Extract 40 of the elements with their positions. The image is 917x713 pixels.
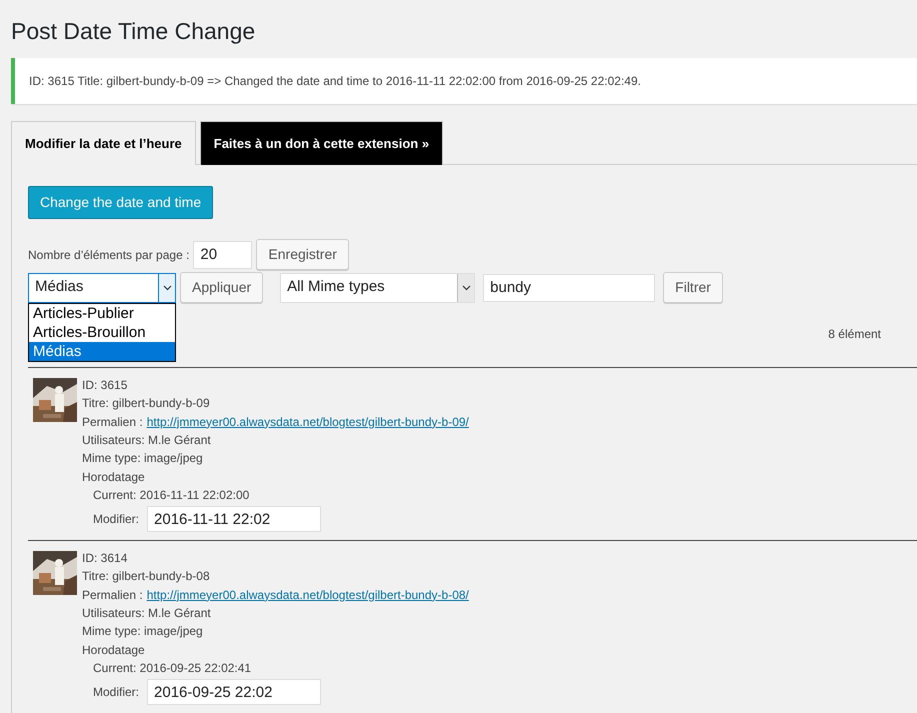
dropdown-option[interactable]: Articles-Brouillon	[29, 322, 175, 342]
timestamp-label: Horodatage	[82, 468, 146, 486]
dropdown-option[interactable]: Médias	[29, 342, 175, 361]
item-mime-type: Mime type: image/jpeg	[82, 450, 204, 468]
permalink-link[interactable]: http://jmmeyer00.alwaysdata.net/blogtest/gilbert-bundy-b-09/	[146, 412, 469, 431]
permalink-label: Permalien :	[82, 586, 143, 604]
dropdown-option[interactable]: Articles-Publier	[29, 304, 175, 323]
tab[interactable]: Modifier la date et l’heure	[11, 120, 196, 166]
apply-button[interactable]: Appliquer	[180, 272, 264, 304]
item-mime-type: Mime type: image/jpeg	[82, 623, 204, 640]
per-page-field[interactable]: 20	[193, 240, 252, 269]
modify-label: Modifier:	[93, 684, 140, 702]
date-field[interactable]: 2016-11-11 22:02	[147, 506, 322, 532]
per-page-label: Nombre d’éléments par page :	[28, 246, 190, 264]
select-value: All Mime types	[286, 277, 386, 298]
filter-button[interactable]: Filtrer	[663, 272, 723, 304]
tab[interactable]: Faites à un don à cette extension »	[200, 120, 444, 166]
item-title: Titre: gilbert-bundy-b-08	[82, 568, 211, 586]
caret-icon	[457, 274, 474, 302]
type-select[interactable]: Médias	[28, 272, 176, 303]
item-id: ID: 3615	[82, 377, 128, 394]
mime-select[interactable]: All Mime types	[280, 272, 476, 303]
item-user: Utilisateurs: M.le Gérant	[82, 605, 212, 622]
modify-label: Modifier:	[93, 511, 140, 528]
current-timestamp: Current: 2016-11-11 22:02:00	[92, 486, 250, 504]
permalink-link[interactable]: http://jmmeyer00.alwaysdata.net/blogtest/gilbert-bundy-b-08/	[146, 586, 469, 604]
item-user: Utilisateurs: M.le Gérant	[82, 432, 212, 449]
select-value: Médias	[34, 277, 84, 298]
item-count: 8 élément	[828, 326, 881, 344]
item-title: Titre: gilbert-bundy-b-09	[82, 395, 211, 412]
timestamp-label: Horodatage	[82, 642, 146, 659]
caret-icon	[158, 274, 175, 302]
notice-message: ID: 3615 Title: gilbert-bundy-b-09 => Changed the date and time to 2016-11-11 22:02:00 from 2016-09-25 22:02:49.	[11, 58, 917, 104]
date-field[interactable]: 2016-09-25 22:02	[147, 679, 322, 706]
save-button[interactable]: Enregistrer	[256, 239, 349, 270]
permalink-label: Permalien :	[82, 414, 143, 431]
search-field[interactable]: bundy	[483, 274, 656, 302]
current-timestamp: Current: 2016-09-25 22:02:41	[92, 660, 252, 677]
item-id: ID: 3614	[82, 550, 128, 568]
page-title: Post Date Time Change	[11, 18, 256, 46]
